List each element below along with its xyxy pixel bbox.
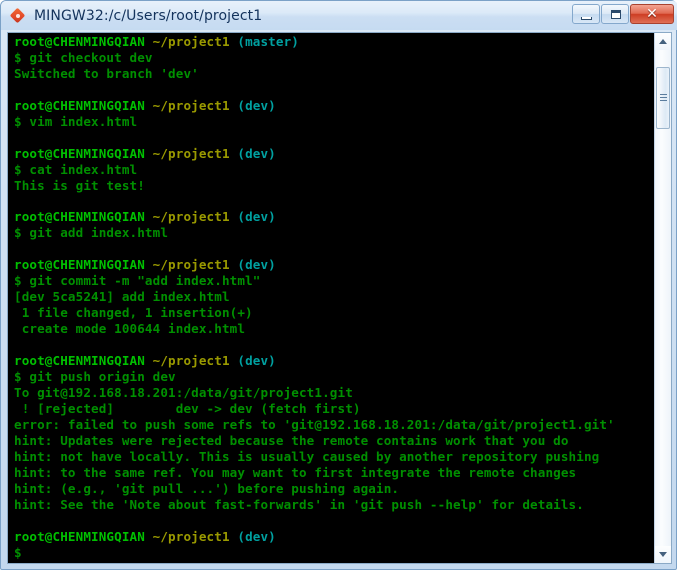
scrollbar-thumb[interactable] <box>656 67 670 129</box>
terminal-output: root@CHENMINGQIAN ~/project1 (master) $ … <box>14 34 615 560</box>
maximize-button[interactable] <box>601 4 629 24</box>
vertical-scrollbar[interactable] <box>654 33 671 563</box>
window-title: MINGW32:/c/Users/root/project1 <box>34 7 263 24</box>
close-button[interactable]: ✕ <box>630 4 674 24</box>
title-bar[interactable]: MINGW32:/c/Users/root/project1 ✕ <box>1 1 677 30</box>
scroll-down-arrow-icon[interactable] <box>655 546 671 563</box>
terminal-screen[interactable]: root@CHENMINGQIAN ~/project1 (master) $ … <box>8 33 654 563</box>
close-icon: ✕ <box>646 6 658 22</box>
scrollbar-grip-icon <box>660 94 667 102</box>
minimize-button[interactable] <box>572 4 600 24</box>
caption-buttons: ✕ <box>572 4 674 24</box>
minimize-icon <box>581 17 592 20</box>
git-bash-diamond-icon <box>9 7 27 25</box>
scroll-up-arrow-icon[interactable] <box>655 33 671 50</box>
terminal-frame: root@CHENMINGQIAN ~/project1 (master) $ … <box>7 32 672 564</box>
terminal-window: MINGW32:/c/Users/root/project1 ✕ root@CH… <box>0 0 677 570</box>
maximize-icon <box>611 10 621 19</box>
